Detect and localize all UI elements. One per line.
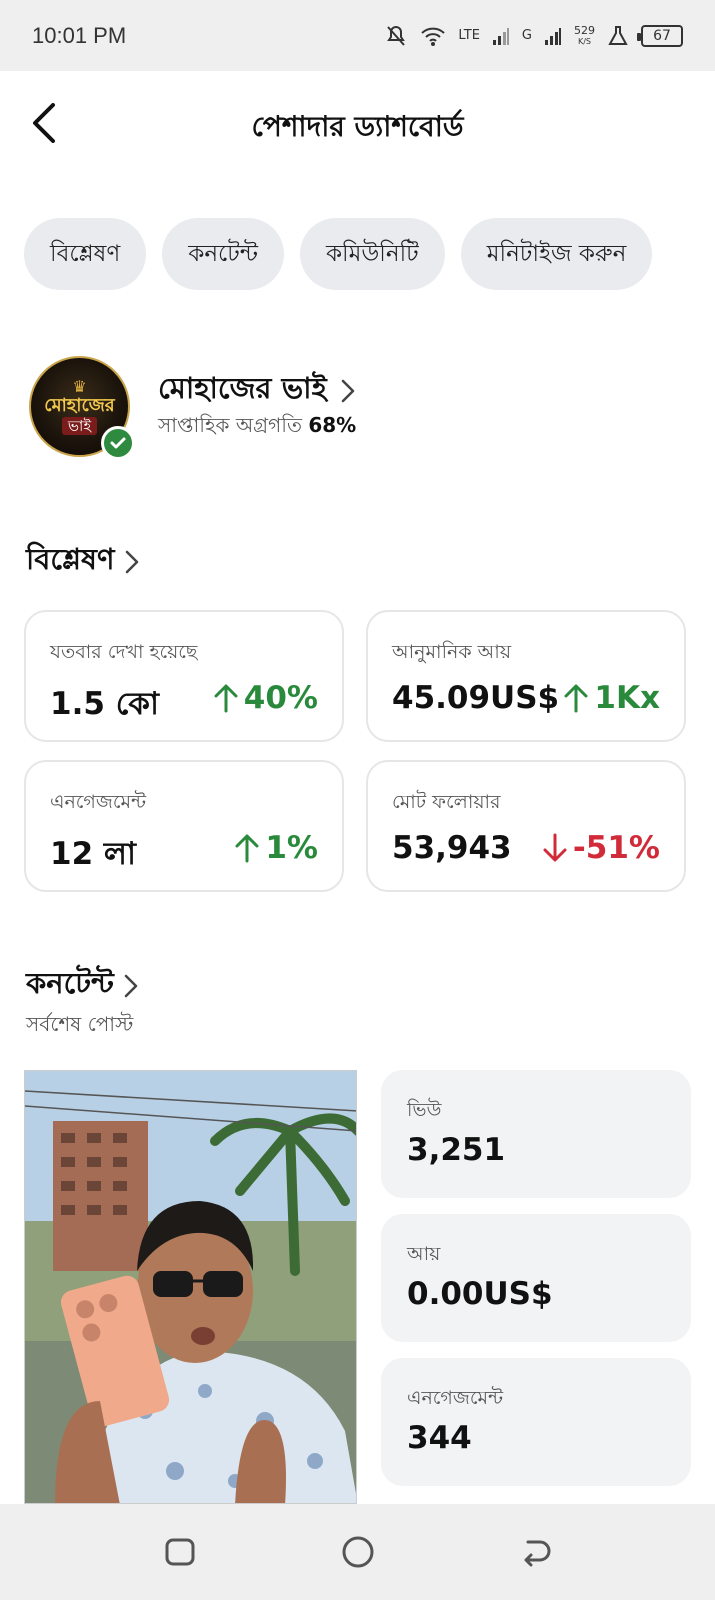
battery-indicator: 67 — [637, 24, 683, 47]
metric-card-views[interactable]: যতবার দেখা হয়েছে 1.5 কো 40% — [24, 610, 344, 742]
profile-name-link[interactable]: মোহাজের ভাই — [158, 366, 355, 415]
status-icons: LTE G 529 K/S 67 — [384, 24, 683, 48]
profile-name: মোহাজের ভাই — [158, 371, 327, 405]
metric-card-engagement[interactable]: এনগেজমেন্ট 12 লা 1% — [24, 760, 344, 892]
page-title: পেশাদার ড্যাশবোর্ড — [251, 110, 464, 143]
post-stat-engagement: এনগেজমেন্ট 344 — [381, 1358, 691, 1486]
back-button[interactable] — [22, 101, 66, 145]
lte-label: LTE — [458, 28, 480, 43]
metric-label: মোট ফলোয়ার — [392, 791, 501, 813]
crown-icon: ♛ — [72, 376, 87, 396]
g-label: G — [521, 28, 532, 43]
metric-card-earnings[interactable]: আনুমানিক আয় 45.09US$ 1Kx — [366, 610, 686, 742]
metric-change: -51% — [543, 830, 660, 866]
square-icon — [165, 1538, 194, 1566]
metric-change: 1% — [235, 830, 318, 866]
analytics-section-title: বিশ্লেষণ — [26, 542, 115, 576]
status-time: 10:01 PM — [32, 22, 127, 48]
analytics-section-link[interactable]: বিশ্লেষণ — [26, 537, 139, 586]
stat-value: 0.00US$ — [407, 1276, 553, 1312]
speed-value: 529 — [574, 23, 595, 37]
arrow-down-icon — [543, 833, 567, 862]
weekly-progress: সাপ্তাহিক অগ্রগতি 68% — [158, 411, 356, 444]
mute-notification-icon — [387, 25, 406, 46]
latest-post-thumbnail[interactable] — [24, 1070, 357, 1504]
metric-change: 40% — [214, 680, 318, 716]
post-stat-earnings: আয় 0.00US$ — [381, 1214, 691, 1342]
content-section-link[interactable]: কনটেন্ট — [26, 961, 138, 1010]
tab-monetize[interactable]: মনিটাইজ করুন — [460, 218, 653, 290]
tab-analytics[interactable]: বিশ্লেষণ — [24, 218, 147, 290]
stat-label: ভিউ — [407, 1099, 442, 1121]
progress-value: 68% — [308, 413, 357, 437]
status-bar: 10:01 PM LTE G 529 K/S 67 — [0, 0, 715, 71]
stat-value: 3,251 — [407, 1132, 506, 1168]
content-section-title: কনটেন্ট — [26, 966, 114, 1000]
metric-label: আনুমানিক আয় — [392, 641, 512, 663]
metric-change-value: 40% — [243, 680, 318, 716]
metric-value: 1.5 কো — [50, 686, 159, 722]
metric-value: 12 লা — [50, 836, 137, 872]
metric-label: যতবার দেখা হয়েছে — [50, 641, 198, 663]
verified-check-icon — [101, 426, 135, 460]
stat-value: 344 — [407, 1420, 472, 1456]
chevron-right-icon — [341, 379, 354, 402]
data-speed: 529 K/S — [574, 25, 595, 47]
signal-icon — [492, 27, 509, 45]
wifi-icon — [421, 27, 445, 46]
metric-label: এনগেজমেন্ট — [50, 791, 147, 813]
metric-change-value: -51% — [572, 830, 660, 866]
metric-value: 53,943 — [392, 830, 512, 866]
tab-content[interactable]: কনটেন্ট — [162, 218, 284, 290]
post-stat-views: ভিউ 3,251 — [381, 1070, 691, 1198]
arrow-up-icon — [564, 684, 588, 713]
metric-change: 1Kx — [564, 680, 660, 716]
chevron-right-icon — [124, 974, 138, 997]
post-image — [25, 1071, 356, 1503]
metric-change-value: 1% — [265, 830, 318, 866]
home-button[interactable] — [269, 1504, 447, 1600]
tab-bar: বিশ্লেষণ কনটেন্ট কমিউনিটি মনিটাইজ করুন — [24, 218, 653, 290]
circle-icon — [342, 1536, 373, 1568]
avatar-text-line2: ভাই — [61, 416, 98, 435]
signal-icon-2 — [545, 27, 561, 45]
system-nav-bar — [0, 1504, 715, 1600]
metric-card-followers[interactable]: মোট ফলোয়ার 53,943 -51% — [366, 760, 686, 892]
stat-label: এনগেজমেন্ট — [407, 1387, 504, 1409]
metric-change-value: 1Kx — [594, 680, 660, 716]
arrow-up-icon — [235, 834, 259, 863]
back-arrow-icon — [33, 103, 55, 143]
progress-label: সাপ্তাহিক অগ্রগতি — [158, 413, 302, 437]
header: পেশাদার ড্যাশবোর্ড — [0, 71, 715, 186]
lab-flask-icon — [608, 25, 628, 45]
arrow-up-icon — [214, 684, 238, 713]
back-nav-button[interactable] — [447, 1504, 625, 1600]
tab-community[interactable]: কমিউনিটি — [299, 218, 445, 290]
metric-value: 45.09US$ — [392, 680, 560, 716]
stat-label: আয় — [407, 1243, 441, 1265]
avatar-text-line1: মোহাজের — [44, 394, 115, 416]
back-return-icon — [524, 1540, 550, 1567]
profile-row[interactable]: ♛ মোহাজের ভাই মোহাজের ভাই সাপ্তাহিক অগ্র… — [29, 356, 689, 460]
content-subtitle: সর্বশেষ পোস্ট — [26, 1012, 134, 1036]
speed-unit: K/S — [577, 36, 592, 46]
recent-apps-button[interactable] — [91, 1504, 269, 1600]
chevron-right-icon — [125, 550, 138, 573]
